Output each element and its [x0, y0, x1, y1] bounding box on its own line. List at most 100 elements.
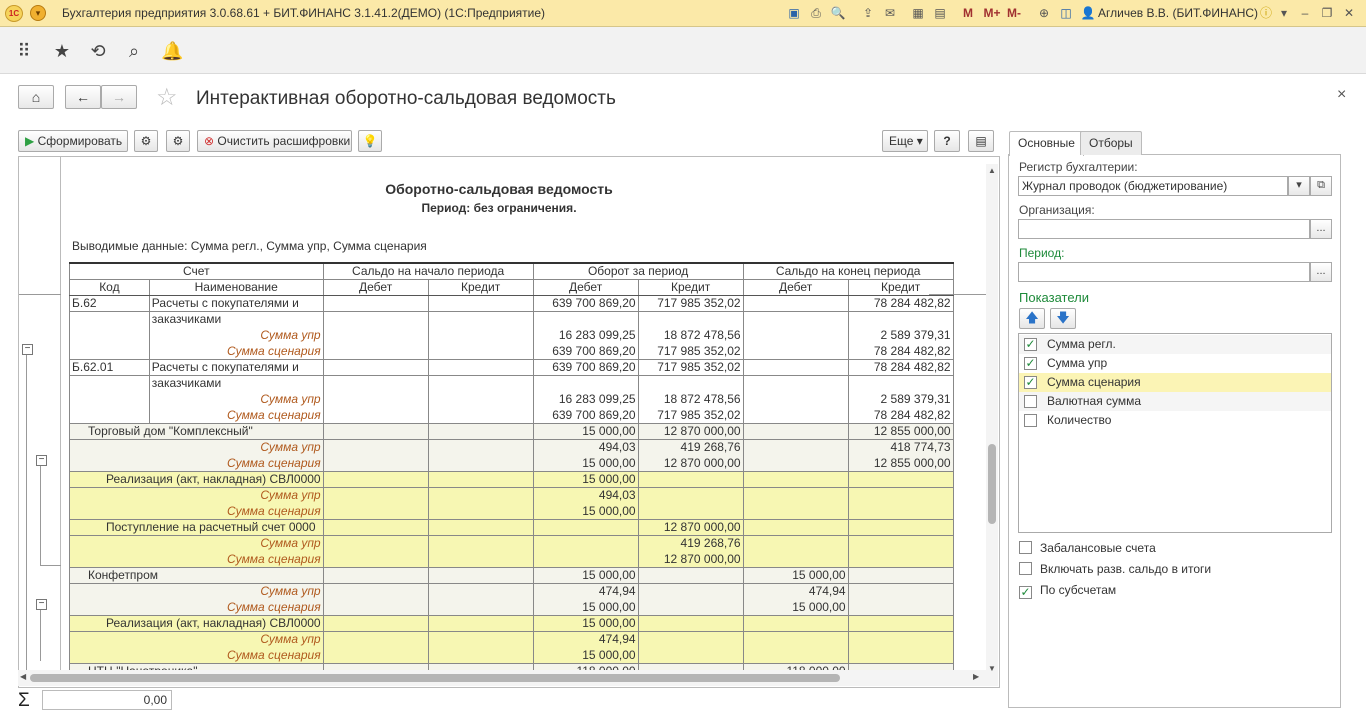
checkbox[interactable]: ✓	[1019, 586, 1032, 599]
table-row[interactable]: Конфетпром 15 000,00 15 000,00	[69, 567, 954, 584]
table-row[interactable]: заказчиками	[69, 375, 954, 392]
panels-icon[interactable]: ◫	[1058, 5, 1074, 22]
close-form-icon[interactable]: ×	[1337, 86, 1346, 104]
save-icon[interactable]: ▣	[786, 5, 802, 22]
collapse-group-icon[interactable]: −	[22, 344, 33, 355]
option-detailed-balance[interactable]: Включать разв. сальдо в итоги	[1019, 562, 1211, 576]
checkbox[interactable]	[1019, 541, 1032, 554]
scroll-right-icon[interactable]: ▶	[973, 672, 979, 681]
collapse-group-icon[interactable]: −	[36, 599, 47, 610]
table-row[interactable]: Сумма сценария 639 700 869,20 717 985 352,…	[69, 407, 954, 424]
back-button[interactable]: ←	[65, 85, 101, 109]
table-row[interactable]: Б.62 Расчеты с покупателями и 639 700 869,…	[69, 295, 954, 312]
hint-button[interactable]: 💡	[358, 130, 382, 152]
period-field[interactable]	[1018, 262, 1310, 282]
checkbox[interactable]	[1024, 414, 1037, 427]
indicator-item[interactable]: ✓ Сумма сценария	[1019, 373, 1331, 392]
tree-line	[40, 601, 41, 661]
vertical-scrollbar[interactable]: ▲ ▼	[986, 164, 998, 686]
vertical-scroll-thumb[interactable]	[988, 444, 996, 524]
preview-icon[interactable]: 🔍	[830, 5, 846, 22]
print-icon[interactable]: ⎙	[808, 5, 824, 22]
add-favorite-star-icon[interactable]: ☆	[156, 83, 178, 112]
scroll-up-icon[interactable]: ▲	[988, 166, 996, 175]
table-row[interactable]: Сумма сценария 15 000,00	[69, 503, 954, 520]
org-field[interactable]	[1018, 219, 1310, 239]
tab-main[interactable]: Основные	[1009, 131, 1084, 156]
indicator-item[interactable]: ✓ Сумма упр	[1019, 354, 1331, 373]
help-button[interactable]: ?	[934, 130, 960, 152]
scroll-left-icon[interactable]: ◀	[20, 672, 26, 681]
indicator-item[interactable]: Валютная сумма	[1019, 392, 1331, 411]
table-row[interactable]: Торговый дом "Комплексный" 15 000,00 12 87…	[69, 423, 954, 440]
history-icon[interactable]: ⟲	[87, 40, 109, 62]
table-row[interactable]: Сумма сценария 15 000,00 15 000,00	[69, 599, 954, 616]
save-settings-button[interactable]: ⚙	[166, 130, 190, 152]
checkbox[interactable]	[1019, 562, 1032, 575]
upload-icon[interactable]: ⇪	[860, 5, 876, 22]
memory-minus-button[interactable]: M-	[1006, 5, 1022, 22]
table-row[interactable]: Реализация (акт, накладная) СВЛ0000 15 00…	[69, 615, 954, 632]
close-window-icon[interactable]: ✕	[1342, 5, 1356, 22]
forward-button[interactable]: →	[101, 85, 137, 109]
indicator-item[interactable]: Количество	[1019, 411, 1331, 430]
table-row[interactable]: Реализация (акт, накладная) СВЛ0000 15 00…	[69, 471, 954, 488]
register-field[interactable]: Журнал проводок (бюджетирование)	[1018, 176, 1288, 196]
table-row[interactable]: Сумма сценария 12 870 000,00	[69, 551, 954, 568]
memory-m-button[interactable]: M	[962, 5, 974, 22]
toggle-panel-button[interactable]: ▤	[968, 130, 994, 152]
minimize-icon[interactable]: –	[1298, 5, 1312, 22]
table-row[interactable]: Сумма упр 474,94	[69, 631, 954, 648]
restore-icon[interactable]: ❐	[1320, 5, 1334, 22]
settings-button[interactable]: ⚙	[134, 130, 158, 152]
register-open-button[interactable]: ⧉	[1310, 176, 1332, 196]
favorites-star-icon[interactable]: ★	[51, 40, 73, 62]
table-row[interactable]: Сумма сценария 639 700 869,20 717 985 352,…	[69, 343, 954, 360]
table-row[interactable]: Сумма упр 16 283 099,25 18 872 478,56 2 589…	[69, 391, 954, 408]
checkbox[interactable]: ✓	[1024, 357, 1037, 370]
table-row[interactable]: Сумма упр 16 283 099,25 18 872 478,56 2 589…	[69, 327, 954, 344]
option-offbalance[interactable]: Забалансовые счета	[1019, 541, 1156, 555]
table-row[interactable]: Сумма упр 419 268,76	[69, 535, 954, 552]
search-icon[interactable]: ⌕	[123, 40, 145, 62]
checkbox[interactable]	[1024, 395, 1037, 408]
clear-drilldown-button[interactable]: ⊗ Очистить расшифровки	[197, 130, 352, 152]
horizontal-scroll-thumb[interactable]	[30, 674, 840, 682]
memory-plus-button[interactable]: M+	[982, 5, 1002, 22]
period-select-button[interactable]: ...	[1310, 262, 1332, 282]
move-down-button[interactable]: 🡇	[1050, 308, 1076, 329]
calculator-icon[interactable]: ▦	[910, 5, 926, 22]
checkbox[interactable]: ✓	[1024, 376, 1037, 389]
send-icon[interactable]: ✉	[882, 5, 898, 22]
move-up-button[interactable]: 🡅	[1019, 308, 1045, 329]
register-dropdown-button[interactable]: ▾	[1288, 176, 1310, 196]
table-row[interactable]: Сумма сценария 15 000,00 12 870 000,00 12 8…	[69, 455, 954, 472]
table-row[interactable]: Сумма упр 474,94 474,94	[69, 583, 954, 600]
calendar-icon[interactable]: ▤	[932, 5, 948, 22]
generate-button[interactable]: ▶ Сформировать	[18, 130, 128, 152]
table-row[interactable]: Сумма упр 494,03	[69, 487, 954, 504]
collapse-group-icon[interactable]: −	[36, 455, 47, 466]
main-menu-icon[interactable]: ▾	[30, 5, 46, 21]
notifications-bell-icon[interactable]: 🔔	[161, 40, 183, 62]
table-row[interactable]: заказчиками	[69, 311, 954, 328]
tab-filters[interactable]: Отборы	[1080, 131, 1142, 155]
table-row[interactable]: Поступление на расчетный счет 0000 12 870…	[69, 519, 954, 536]
indicator-item[interactable]: ✓ Сумма регл.	[1019, 335, 1331, 354]
user-name[interactable]: Агличев В.В. (БИТ.ФИНАНС)	[1098, 6, 1258, 20]
horizontal-scrollbar[interactable]: ◀ ▶	[18, 670, 988, 686]
info-icon[interactable]: ⓘ	[1258, 5, 1274, 22]
home-button[interactable]: ⌂	[18, 85, 54, 109]
more-button[interactable]: Еще ▾	[882, 130, 928, 152]
sections-grid-icon[interactable]: ⠿	[13, 40, 35, 62]
table-row[interactable]: Сумма сценария 15 000,00	[69, 647, 954, 664]
org-select-button[interactable]: ...	[1310, 219, 1332, 239]
chevron-down-icon[interactable]: ▾	[1278, 5, 1290, 22]
checkbox[interactable]: ✓	[1024, 338, 1037, 351]
table-row[interactable]: Сумма упр 494,03 419 268,76 418 774,73	[69, 439, 954, 456]
option-subaccounts[interactable]: ✓ По субсчетам	[1019, 583, 1116, 599]
zoom-icon[interactable]: ⊕	[1036, 5, 1052, 22]
scroll-down-icon[interactable]: ▼	[988, 664, 996, 673]
table-row[interactable]: Б.62.01 Расчеты с покупателями и 639 700 8…	[69, 359, 954, 376]
report-spreadsheet[interactable]: − − − Оборотно-сальдовая ведомость Перио…	[18, 156, 1000, 688]
